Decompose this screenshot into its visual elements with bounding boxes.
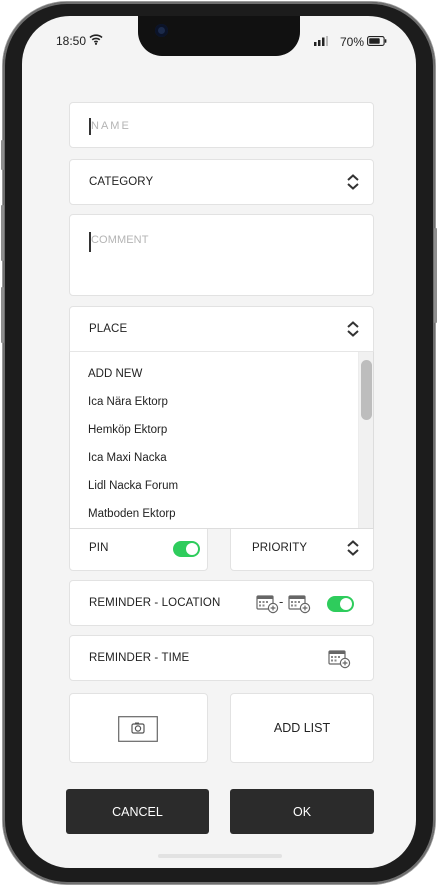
toggle-knob: [340, 598, 352, 610]
volume-down-button: [1, 287, 4, 343]
reminder-time-row: REMINDER - TIME: [69, 635, 374, 681]
add-calendar-icon[interactable]: [288, 594, 312, 614]
pin-toggle[interactable]: [173, 541, 200, 557]
camera-icon: [118, 716, 158, 742]
pin-label: PIN: [89, 542, 109, 554]
power-button: [434, 228, 437, 323]
name-placeholder: NAME: [91, 120, 131, 132]
add-calendar-icon[interactable]: [328, 649, 352, 669]
chevron-up-down-icon: [347, 321, 359, 337]
place-select[interactable]: PLACE: [69, 306, 374, 352]
front-camera: [155, 24, 168, 37]
category-select[interactable]: CATEGORY: [69, 159, 374, 205]
place-dropdown: ADD NEW Ica Nära Ektorp Hemköp Ektorp Ic…: [69, 351, 374, 529]
volume-up-button: [1, 205, 4, 261]
place-option[interactable]: Matboden Ektorp: [88, 508, 176, 520]
reminder-location-toggle[interactable]: [327, 596, 354, 612]
place-option-add-new[interactable]: ADD NEW: [88, 368, 142, 380]
reminder-location-label: REMINDER - LOCATION: [89, 597, 221, 609]
comment-placeholder: COMMENT: [91, 234, 149, 246]
signal-icon: [314, 36, 328, 46]
name-input[interactable]: NAME: [69, 102, 374, 148]
battery-icon: [367, 36, 387, 46]
status-time: 18:50: [56, 34, 87, 48]
scrollbar-thumb[interactable]: [361, 360, 372, 420]
photo-button[interactable]: [69, 693, 208, 763]
place-option[interactable]: Lidl Nacka Forum: [88, 480, 178, 492]
wifi-icon: [89, 34, 103, 45]
reminder-location-row: REMINDER - LOCATION -: [69, 580, 374, 626]
priority-select[interactable]: PRIORITY: [230, 525, 374, 571]
reminder-time-label: REMINDER - TIME: [89, 652, 190, 664]
ok-button[interactable]: OK: [230, 789, 374, 834]
toggle-knob: [186, 543, 198, 555]
comment-textarea[interactable]: COMMENT: [69, 214, 374, 296]
reminder-location-separator: -: [279, 594, 284, 609]
place-option[interactable]: Ica Nära Ektorp: [88, 396, 168, 408]
add-calendar-icon[interactable]: [256, 594, 280, 614]
home-indicator: [158, 854, 282, 858]
dropdown-scrollbar[interactable]: [358, 352, 373, 528]
notch: [138, 16, 300, 56]
priority-label: PRIORITY: [252, 542, 308, 554]
category-label: CATEGORY: [89, 176, 154, 188]
cancel-button[interactable]: CANCEL: [66, 789, 209, 834]
silent-switch: [1, 140, 4, 170]
chevron-up-down-icon: [347, 174, 359, 190]
place-option[interactable]: Ica Maxi Nacka: [88, 452, 167, 464]
pin-row: PIN: [69, 525, 208, 571]
place-option[interactable]: Hemköp Ektorp: [88, 424, 167, 436]
chevron-up-down-icon: [347, 540, 359, 556]
battery-percentage: 70%: [340, 35, 365, 49]
add-list-button[interactable]: ADD LIST: [230, 693, 374, 763]
place-label: PLACE: [89, 323, 128, 335]
